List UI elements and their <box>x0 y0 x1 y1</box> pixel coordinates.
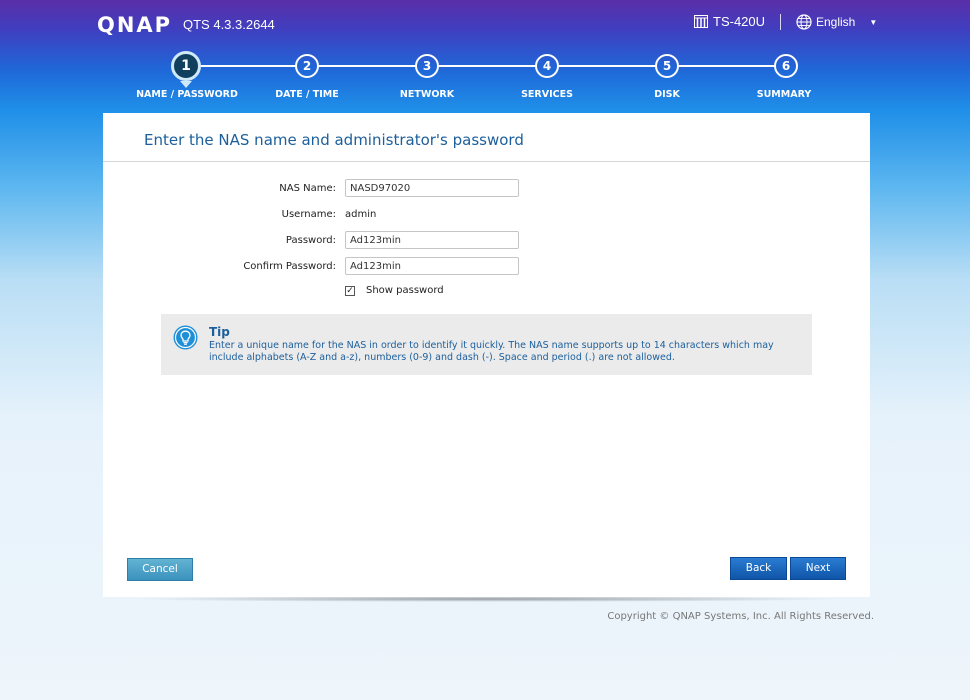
device-info[interactable]: TS-420U <box>694 14 765 29</box>
nas-name-label: NAS Name: <box>279 183 336 194</box>
copyright: Copyright © QNAP Systems, Inc. All Right… <box>607 611 874 622</box>
logo: QNAP <box>97 13 173 37</box>
chevron-down-icon: ▼ <box>869 17 878 27</box>
language-label: English <box>816 15 856 29</box>
lightbulb-icon <box>173 325 198 350</box>
step-3-label: NETWORK <box>399 89 455 100</box>
password-input[interactable] <box>345 231 519 249</box>
globe-icon <box>796 14 812 30</box>
step-3-circle: 3 <box>415 54 439 78</box>
confirm-password-input[interactable] <box>345 257 519 275</box>
show-password-label[interactable]: Show password <box>366 285 444 296</box>
step-5-label: DISK <box>654 89 680 100</box>
step-1-circle: 1 <box>171 51 201 81</box>
step-connector <box>559 65 655 67</box>
cancel-button[interactable]: Cancel <box>127 558 193 581</box>
tip-title: Tip <box>209 325 230 339</box>
tip-box: Tip Enter a unique name for the NAS in o… <box>161 314 812 375</box>
step-2-circle: 2 <box>295 54 319 78</box>
show-password-checkbox[interactable]: ✓ <box>345 286 355 296</box>
wizard-panel: Enter the NAS name and administrator's p… <box>103 113 870 597</box>
step-connector <box>679 65 774 67</box>
step-connector <box>439 65 535 67</box>
nas-name-input[interactable] <box>345 179 519 197</box>
step-connector <box>319 65 415 67</box>
step-6-label: SUMMARY <box>756 89 812 100</box>
step-1-pointer <box>180 81 192 88</box>
username-value: admin <box>345 209 377 220</box>
title-divider <box>103 161 870 162</box>
step-1-label: NAME / PASSWORD <box>136 89 238 100</box>
step-4-circle: 4 <box>535 54 559 78</box>
header-divider <box>780 14 781 30</box>
language-selector[interactable]: English ▼ <box>796 14 877 30</box>
server-icon <box>694 15 708 28</box>
step-4-label: SERVICES <box>521 89 573 100</box>
step-2-label: DATE / TIME <box>275 89 339 100</box>
wizard-steps: 1 2 3 4 5 6 NAME / PASSWORD DATE / TIME … <box>0 50 970 110</box>
version-label: QTS 4.3.3.2644 <box>183 17 275 32</box>
step-6-circle: 6 <box>774 54 798 78</box>
confirm-password-label: Confirm Password: <box>243 261 336 272</box>
step-connector <box>198 65 295 67</box>
next-button[interactable]: Next <box>790 557 846 580</box>
tip-text: Enter a unique name for the NAS in order… <box>209 340 774 363</box>
page-title: Enter the NAS name and administrator's p… <box>144 131 524 149</box>
back-button[interactable]: Back <box>730 557 787 580</box>
step-5-circle: 5 <box>655 54 679 78</box>
username-label: Username: <box>281 209 336 220</box>
password-label: Password: <box>285 235 336 246</box>
device-name: TS-420U <box>713 14 766 29</box>
